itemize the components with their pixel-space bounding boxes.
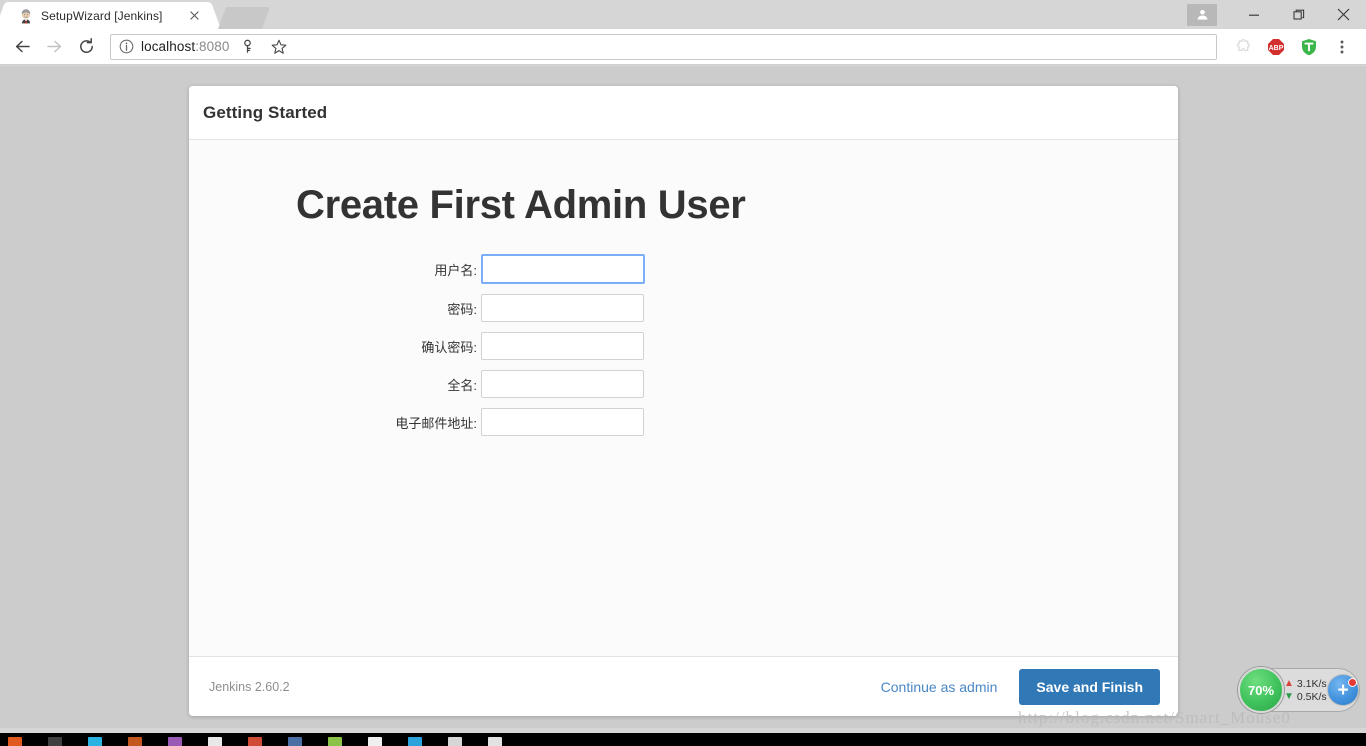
taskbar-app-icon[interactable] xyxy=(168,737,182,746)
jenkins-version-label: Jenkins 2.60.2 xyxy=(209,679,290,694)
address-bar[interactable]: localhost:8080 xyxy=(110,33,1217,60)
password-label: 密码: xyxy=(447,301,477,317)
key-icon[interactable] xyxy=(237,37,257,57)
taskbar-app-icon[interactable] xyxy=(328,737,342,746)
page-info-icon[interactable] xyxy=(119,39,134,54)
speed-readouts: ▲ 3.1K/s ▼ 0.5K/s xyxy=(1284,678,1327,703)
maximize-icon[interactable] xyxy=(1276,0,1321,29)
url-text: localhost:8080 xyxy=(141,39,229,54)
three-dot-menu-icon[interactable] xyxy=(1332,37,1352,57)
card-footer: Jenkins 2.60.2 Continue as admin Save an… xyxy=(189,656,1178,716)
password-field[interactable] xyxy=(481,294,644,322)
taskbar-app-icon[interactable] xyxy=(368,737,382,746)
taskbar-app-icon[interactable] xyxy=(208,737,222,746)
email-field[interactable] xyxy=(481,408,644,436)
upload-speed-value: 3.1K/s xyxy=(1296,677,1327,690)
profile-person-icon[interactable] xyxy=(1187,3,1217,26)
save-and-finish-button[interactable]: Save and Finish xyxy=(1019,668,1160,705)
reload-icon[interactable] xyxy=(72,33,100,61)
back-arrow-icon[interactable] xyxy=(8,33,36,61)
setup-wizard-card: Getting Started Create First Admin User … xyxy=(189,86,1178,716)
username-label: 用户名: xyxy=(434,262,477,278)
page-viewport: Getting Started Create First Admin User … xyxy=(0,66,1366,728)
red-dot-badge xyxy=(1348,678,1357,687)
confirm-password-label: 确认密码: xyxy=(421,339,477,355)
taskbar-app-icon[interactable] xyxy=(48,737,62,746)
taskbar-app-icon[interactable] xyxy=(248,737,262,746)
fullname-label: 全名: xyxy=(447,377,477,393)
cpu-usage-circle[interactable]: 70% xyxy=(1238,667,1284,713)
taskbar-app-icon[interactable] xyxy=(408,737,422,746)
url-port: :8080 xyxy=(195,39,230,54)
page-header-title: Getting Started xyxy=(203,102,328,122)
forward-arrow-icon xyxy=(40,33,68,61)
taskbar-app-icons xyxy=(0,733,1366,746)
form-row-fullname: 全名: xyxy=(189,370,1178,398)
arrow-up-icon: ▲ xyxy=(1284,678,1294,689)
network-speed-widget[interactable]: 70% ▲ 3.1K/s ▼ 0.5K/s + xyxy=(1238,667,1360,713)
taskbar-app-icon[interactable] xyxy=(88,737,102,746)
email-label: 电子邮件地址: xyxy=(395,415,477,431)
cpu-usage-percent: 70% xyxy=(1247,682,1275,698)
adblock-plus-icon[interactable]: ABP xyxy=(1266,37,1286,57)
tab-close-icon[interactable] xyxy=(186,8,202,24)
form-row-password: 密码: xyxy=(189,294,1178,322)
taskbar-app-icon[interactable] xyxy=(128,737,142,746)
form-row-confirm-password: 确认密码: xyxy=(189,332,1178,360)
svg-text:ABP: ABP xyxy=(1269,45,1284,52)
shield-extension-icon[interactable] xyxy=(1299,37,1319,57)
card-body: Create First Admin User 用户名: 密码: 确认密码: 全… xyxy=(189,140,1178,656)
browser-toolbar: localhost:8080 ABP xyxy=(0,29,1366,65)
plus-icon[interactable]: + xyxy=(1328,675,1358,705)
continue-as-admin-link[interactable]: Continue as admin xyxy=(881,679,998,695)
username-field[interactable] xyxy=(481,254,645,284)
taskbar-app-icon[interactable] xyxy=(448,737,462,746)
form-row-email: 电子邮件地址: xyxy=(189,408,1178,436)
taskbar-app-icon[interactable] xyxy=(8,737,22,746)
browser-window: SetupWizard [Jenkins] localhost:8080 ABP… xyxy=(0,0,1366,746)
download-speed-row: ▼ 0.5K/s xyxy=(1284,691,1327,703)
url-host: localhost xyxy=(141,39,196,54)
star-icon[interactable] xyxy=(269,37,289,57)
new-tab-button[interactable] xyxy=(217,7,271,29)
taskbar-app-icon[interactable] xyxy=(288,737,302,746)
browser-tab[interactable]: SetupWizard [Jenkins] xyxy=(8,2,208,29)
window-controls xyxy=(1187,0,1366,29)
browser-titlebar: SetupWizard [Jenkins] xyxy=(0,0,1366,29)
taskbar-app-icon[interactable] xyxy=(488,737,502,746)
fullname-field[interactable] xyxy=(481,370,644,398)
window-close-icon[interactable] xyxy=(1321,0,1366,29)
jenkins-butler-icon xyxy=(18,8,34,24)
windows-taskbar xyxy=(0,733,1366,746)
upload-speed-row: ▲ 3.1K/s xyxy=(1284,678,1327,690)
minimize-icon[interactable] xyxy=(1231,0,1276,29)
card-header: Getting Started xyxy=(189,86,1178,140)
form-row-username: 用户名: xyxy=(189,254,1178,284)
puzzle-icon[interactable] xyxy=(1233,37,1253,57)
admin-user-form: 用户名: 密码: 确认密码: 全名: 电子邮件地址: xyxy=(189,254,1178,436)
download-speed-value: 0.5K/s xyxy=(1296,690,1327,703)
page-title: Create First Admin User xyxy=(296,183,746,227)
arrow-down-icon: ▼ xyxy=(1284,691,1294,702)
tab-title: SetupWizard [Jenkins] xyxy=(41,8,163,23)
extension-icons: ABP xyxy=(1223,37,1358,57)
confirm-password-field[interactable] xyxy=(481,332,644,360)
